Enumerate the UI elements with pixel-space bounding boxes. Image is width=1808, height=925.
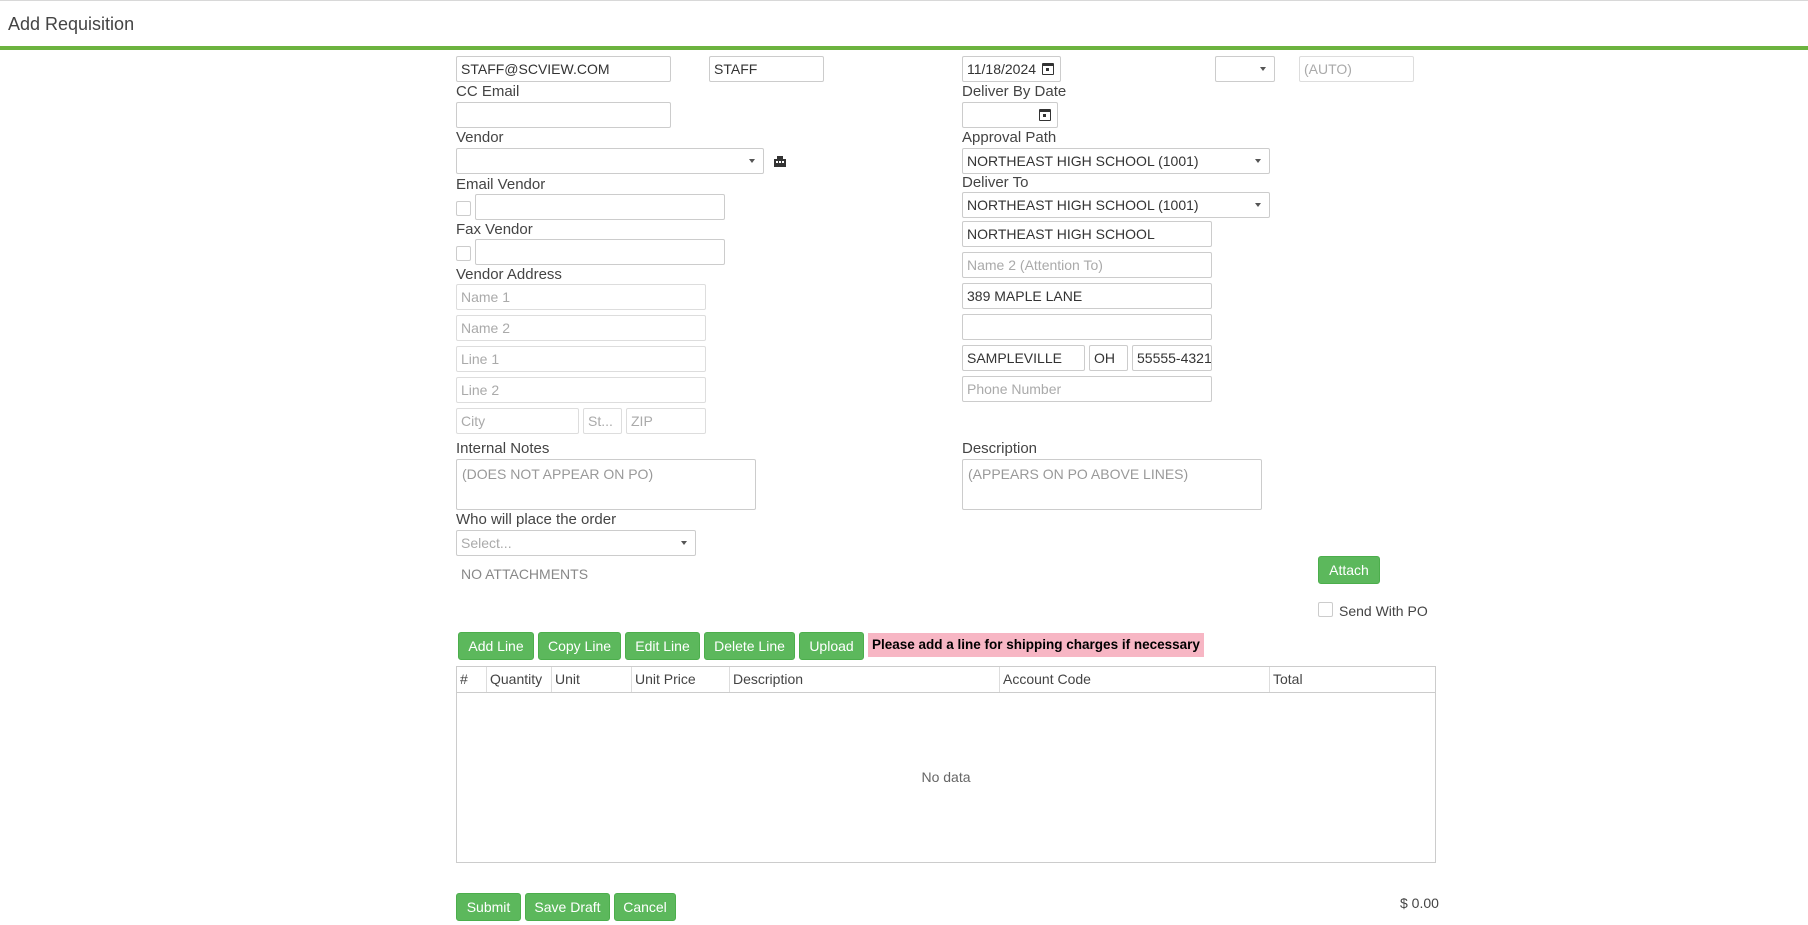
vendor-line2-field[interactable]: Line 2 bbox=[456, 377, 706, 403]
deliver-name2-field[interactable]: Name 2 (Attention To) bbox=[962, 252, 1212, 278]
attachments-status: NO ATTACHMENTS bbox=[461, 566, 589, 582]
chevron-down-icon bbox=[1255, 203, 1261, 207]
requisition-date-field[interactable]: 11/18/2024 bbox=[962, 56, 1061, 82]
vendor-name1-field[interactable]: Name 1 bbox=[456, 284, 706, 310]
column-header-description[interactable]: Description bbox=[730, 667, 1000, 692]
description-label: Description bbox=[962, 440, 1038, 457]
chevron-down-icon bbox=[1255, 159, 1261, 163]
email-vendor-label: Email Vendor bbox=[456, 176, 546, 193]
description-textarea[interactable]: (APPEARS ON PO ABOVE LINES) bbox=[962, 459, 1262, 510]
column-header-quantity[interactable]: Quantity bbox=[487, 667, 552, 692]
save-draft-button[interactable]: Save Draft bbox=[525, 893, 610, 921]
vendor-name2-field[interactable]: Name 2 bbox=[456, 315, 706, 341]
approval-path-label: Approval Path bbox=[962, 129, 1057, 146]
deliver-name1-field[interactable]: NORTHEAST HIGH SCHOOL bbox=[962, 221, 1212, 247]
column-header-unit-price[interactable]: Unit Price bbox=[632, 667, 730, 692]
shipping-notice: Please add a line for shipping charges i… bbox=[868, 633, 1204, 657]
deliver-by-date-field[interactable] bbox=[962, 102, 1058, 128]
deliver-to-select[interactable]: NORTHEAST HIGH SCHOOL (1001) bbox=[962, 192, 1270, 218]
requisition-date-value: 11/18/2024 bbox=[967, 61, 1037, 77]
deliver-zip-field[interactable]: 55555-4321 bbox=[1132, 345, 1212, 371]
copy-line-button[interactable]: Copy Line bbox=[538, 632, 621, 660]
fax-vendor-checkbox[interactable] bbox=[456, 246, 471, 261]
calendar-icon[interactable] bbox=[1042, 63, 1054, 75]
fax-vendor-label: Fax Vendor bbox=[456, 221, 533, 238]
send-with-po-checkbox[interactable] bbox=[1318, 602, 1333, 617]
column-header-total[interactable]: Total bbox=[1270, 667, 1435, 692]
email-vendor-field[interactable] bbox=[475, 194, 725, 220]
column-header-unit[interactable]: Unit bbox=[552, 667, 632, 692]
requester-user-field[interactable]: STAFF bbox=[709, 56, 824, 82]
delete-line-button[interactable]: Delete Line bbox=[704, 632, 795, 660]
deliver-state-field[interactable]: OH bbox=[1089, 345, 1128, 371]
internal-notes-textarea[interactable]: (DOES NOT APPEAR ON PO) bbox=[456, 459, 756, 510]
fax-vendor-field[interactable] bbox=[475, 239, 725, 265]
deliver-line1-field[interactable]: 389 MAPLE LANE bbox=[962, 283, 1212, 309]
deliver-by-label: Deliver By Date bbox=[962, 83, 1067, 100]
vendor-line1-field[interactable]: Line 1 bbox=[456, 346, 706, 372]
title-bar bbox=[0, 1, 1808, 47]
vendor-state-field[interactable]: St... bbox=[583, 408, 622, 434]
calendar-icon[interactable] bbox=[1039, 109, 1051, 121]
cancel-button[interactable]: Cancel bbox=[614, 893, 676, 921]
submit-button[interactable]: Submit bbox=[456, 893, 521, 921]
cc-email-label: CC Email bbox=[456, 83, 520, 100]
grid-empty-message: No data bbox=[921, 769, 971, 785]
vendor-lookup-icon[interactable] bbox=[774, 156, 786, 167]
lines-grid: # Quantity Unit Unit Price Description A… bbox=[456, 666, 1436, 863]
grid-header: # Quantity Unit Unit Price Description A… bbox=[457, 667, 1435, 693]
chevron-down-icon bbox=[1260, 67, 1266, 71]
deliver-line2-field[interactable] bbox=[962, 314, 1212, 340]
internal-notes-label: Internal Notes bbox=[456, 440, 550, 457]
title-accent-bar bbox=[0, 46, 1808, 50]
chevron-down-icon bbox=[749, 159, 755, 163]
vendor-label: Vendor bbox=[456, 129, 504, 146]
deliver-city-field[interactable]: SAMPLEVILLE bbox=[962, 345, 1085, 371]
approval-path-select[interactable]: NORTHEAST HIGH SCHOOL (1001) bbox=[962, 148, 1270, 174]
edit-line-button[interactable]: Edit Line bbox=[625, 632, 700, 660]
attach-button[interactable]: Attach bbox=[1318, 556, 1380, 584]
requisition-number-field: (AUTO) bbox=[1299, 56, 1414, 82]
vendor-address-label: Vendor Address bbox=[456, 266, 562, 283]
add-line-button[interactable]: Add Line bbox=[458, 632, 534, 660]
header-dropdown[interactable] bbox=[1215, 56, 1275, 82]
deliver-to-label: Deliver To bbox=[962, 174, 1029, 191]
chevron-down-icon bbox=[681, 541, 687, 545]
requester-email-field[interactable]: STAFF@SCVIEW.COM bbox=[456, 56, 671, 82]
upload-button[interactable]: Upload bbox=[799, 632, 864, 660]
who-place-order-label: Who will place the order bbox=[456, 511, 617, 528]
who-place-order-select[interactable]: Select... bbox=[456, 530, 696, 556]
deliver-phone-field[interactable]: Phone Number bbox=[962, 376, 1212, 402]
email-vendor-checkbox[interactable] bbox=[456, 201, 471, 216]
vendor-zip-field[interactable]: ZIP bbox=[626, 408, 706, 434]
column-header-account-code[interactable]: Account Code bbox=[1000, 667, 1270, 692]
page-title: Add Requisition bbox=[8, 14, 135, 34]
column-header-number[interactable]: # bbox=[457, 667, 487, 692]
vendor-select[interactable] bbox=[456, 148, 764, 174]
vendor-city-field[interactable]: City bbox=[456, 408, 579, 434]
cc-email-field[interactable] bbox=[456, 102, 671, 128]
send-with-po-label: Send With PO bbox=[1339, 603, 1428, 619]
requisition-total: $ 0.00 bbox=[1400, 895, 1439, 911]
